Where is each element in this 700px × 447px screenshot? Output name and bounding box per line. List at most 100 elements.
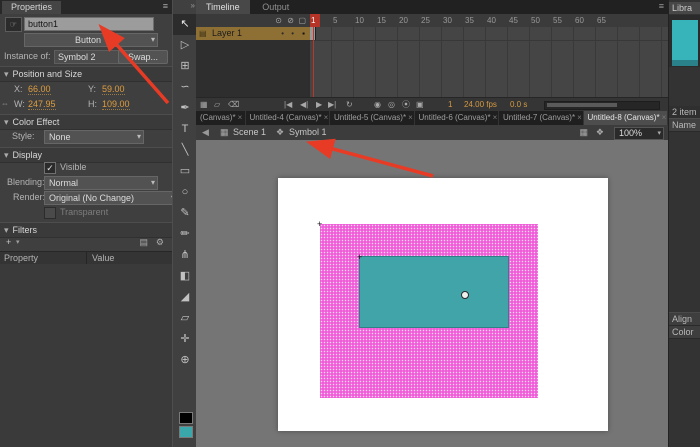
render-dropdown[interactable]: Original (No Change) ▾ [44, 191, 178, 205]
onion-skin-outline-icon[interactable]: ◎ [388, 98, 395, 112]
ruler-frame-65[interactable]: 65 [596, 14, 618, 27]
close-icon[interactable]: × [662, 113, 667, 122]
outline-icon[interactable]: ▢ [298, 14, 306, 27]
close-icon[interactable]: × [493, 113, 498, 122]
ruler-frame-10[interactable]: 10 [354, 14, 376, 27]
back-icon[interactable]: ◀ [202, 125, 209, 140]
ruler-frame-55[interactable]: 55 [552, 14, 574, 27]
doc-tab-untitled-4[interactable]: Untitled-4 (Canvas)*× [246, 111, 331, 125]
h-value[interactable]: 109.00 [102, 99, 130, 110]
onion-skin-icon[interactable]: ◉ [374, 98, 381, 112]
layer-lock-dot-icon[interactable]: • [291, 27, 294, 40]
doc-tab-untitled-7[interactable]: Untitled-7 (Canvas)*× [499, 111, 584, 125]
add-filter-caret-icon[interactable]: ▾ [16, 238, 20, 246]
bone-tool[interactable]: ⋔ [173, 245, 197, 266]
selection-tool[interactable]: ↖ [173, 14, 197, 35]
section-filters[interactable]: ▾Filters [0, 222, 172, 238]
new-layer-icon[interactable]: ▦ [200, 98, 208, 112]
panel-menu-icon[interactable]: ≡ [659, 1, 664, 11]
layer-outline-color-icon[interactable]: ▪ [302, 27, 305, 40]
play-icon[interactable]: ▶ [316, 98, 322, 112]
eyedropper-tool[interactable]: ◢ [173, 287, 197, 308]
pen-tool[interactable]: ✒ [173, 98, 197, 119]
section-color-effect[interactable]: ▾Color Effect [0, 114, 172, 130]
tab-library[interactable]: Libra [669, 2, 700, 14]
new-folder-icon[interactable]: ▱ [214, 98, 220, 112]
stroke-color-swatch[interactable] [179, 412, 193, 424]
tab-output[interactable]: Output [252, 0, 299, 14]
paint-bucket-tool[interactable]: ◧ [173, 266, 197, 287]
ruler-frame-60[interactable]: 60 [574, 14, 596, 27]
ruler-frame-40[interactable]: 40 [486, 14, 508, 27]
tab-properties[interactable]: Properties [2, 1, 61, 14]
section-position-size[interactable]: ▾Position and Size [0, 66, 172, 82]
frame-rate-indicator[interactable]: 24.00 fps [464, 98, 497, 112]
loop-icon[interactable]: ↻ [346, 98, 353, 112]
button-instance-teal-rect[interactable] [360, 257, 508, 327]
fill-color-swatch[interactable] [179, 426, 193, 438]
eraser-tool[interactable]: ▱ [173, 308, 197, 329]
lasso-tool[interactable]: ∽ [173, 77, 197, 98]
panel-menu-icon[interactable]: ≡ [163, 1, 168, 11]
edit-symbols-icon[interactable]: ❖ [596, 125, 604, 140]
edit-scene-icon[interactable]: ▦ [579, 125, 588, 140]
canvas-pasteboard[interactable]: + + [196, 140, 668, 447]
w-value[interactable]: 247.95 [28, 99, 56, 110]
swap-button[interactable]: Swap... [118, 50, 168, 64]
doc-tab-canvas[interactable]: (Canvas)*× [196, 111, 246, 125]
layer-name[interactable]: Layer 1 [212, 27, 242, 40]
doc-tab-untitled-5[interactable]: Untitled-5 (Canvas)*× [330, 111, 415, 125]
ruler-frame-1[interactable]: 1 [310, 14, 332, 27]
close-icon[interactable]: × [238, 113, 243, 122]
oval-tool[interactable]: ○ [173, 182, 197, 203]
close-icon[interactable]: × [324, 113, 329, 122]
current-frame-indicator[interactable]: 1 [448, 98, 452, 112]
tab-color[interactable]: Color [669, 326, 700, 339]
rectangle-tool[interactable]: ▭ [173, 161, 197, 182]
visible-checkbox[interactable]: ✓ [44, 162, 56, 174]
close-icon[interactable]: × [408, 113, 413, 122]
modify-markers-icon[interactable]: ▣ [416, 98, 424, 112]
filter-presets-icon[interactable]: ▤ [139, 237, 148, 248]
section-display[interactable]: ▾Display [0, 147, 172, 163]
y-value[interactable]: 59.00 [102, 84, 125, 95]
tab-timeline[interactable]: Timeline [196, 0, 250, 14]
frame-grid[interactable] [310, 27, 668, 97]
text-tool[interactable]: T [173, 119, 197, 140]
blending-dropdown[interactable]: Normal ▾ [44, 176, 158, 190]
x-value[interactable]: 66.00 [28, 84, 51, 95]
filter-options-icon[interactable]: ⚙ [156, 237, 164, 248]
brush-tool[interactable]: ✏ [173, 224, 197, 245]
go-to-first-frame-icon[interactable]: |◀ [284, 98, 292, 112]
collapse-panel-icon[interactable]: » [191, 1, 195, 10]
zoom-level-dropdown[interactable]: 100% ▾ [614, 127, 664, 140]
ruler-frame-50[interactable]: 50 [530, 14, 552, 27]
transform-point[interactable] [461, 291, 469, 299]
ruler-frame-35[interactable]: 35 [464, 14, 486, 27]
pencil-tool[interactable]: ✎ [173, 203, 197, 224]
lock-aspect-icon[interactable]: ⇔ [1, 99, 9, 108]
ruler-frame-20[interactable]: 20 [398, 14, 420, 27]
breadcrumb-symbol[interactable]: Symbol 1 [289, 125, 327, 140]
library-name-column-header[interactable]: Name [669, 118, 700, 132]
hand-tool[interactable]: ✛ [173, 329, 197, 350]
style-dropdown[interactable]: None ▾ [44, 130, 144, 144]
scrollbar-thumb[interactable] [547, 103, 617, 107]
step-forward-icon[interactable]: ▶| [328, 98, 336, 112]
ruler-frame-45[interactable]: 45 [508, 14, 530, 27]
delete-layer-icon[interactable]: ⌫ [228, 98, 239, 112]
layer-visibility-dot-icon[interactable]: • [281, 27, 284, 40]
doc-tab-untitled-6[interactable]: Untitled-6 (Canvas)*× [415, 111, 500, 125]
edit-multiple-frames-icon[interactable]: ⦿ [402, 98, 410, 112]
ruler-frame-15[interactable]: 15 [376, 14, 398, 27]
frame-ruler[interactable]: 1 5 10 15 20 25 30 35 40 45 50 55 60 65 [310, 14, 668, 28]
timeline-scrollbar[interactable] [544, 101, 660, 110]
layer-row-layer1[interactable]: ▤ Layer 1 • • ▪ [196, 27, 310, 40]
ruler-frame-5[interactable]: 5 [332, 14, 354, 27]
subselection-tool[interactable]: ▷ [173, 35, 197, 56]
step-back-icon[interactable]: ◀| [300, 98, 308, 112]
free-transform-tool[interactable]: ⊞ [173, 56, 197, 77]
breadcrumb-scene[interactable]: Scene 1 [233, 125, 266, 140]
tab-align[interactable]: Align [669, 312, 700, 326]
close-icon[interactable]: × [577, 113, 582, 122]
